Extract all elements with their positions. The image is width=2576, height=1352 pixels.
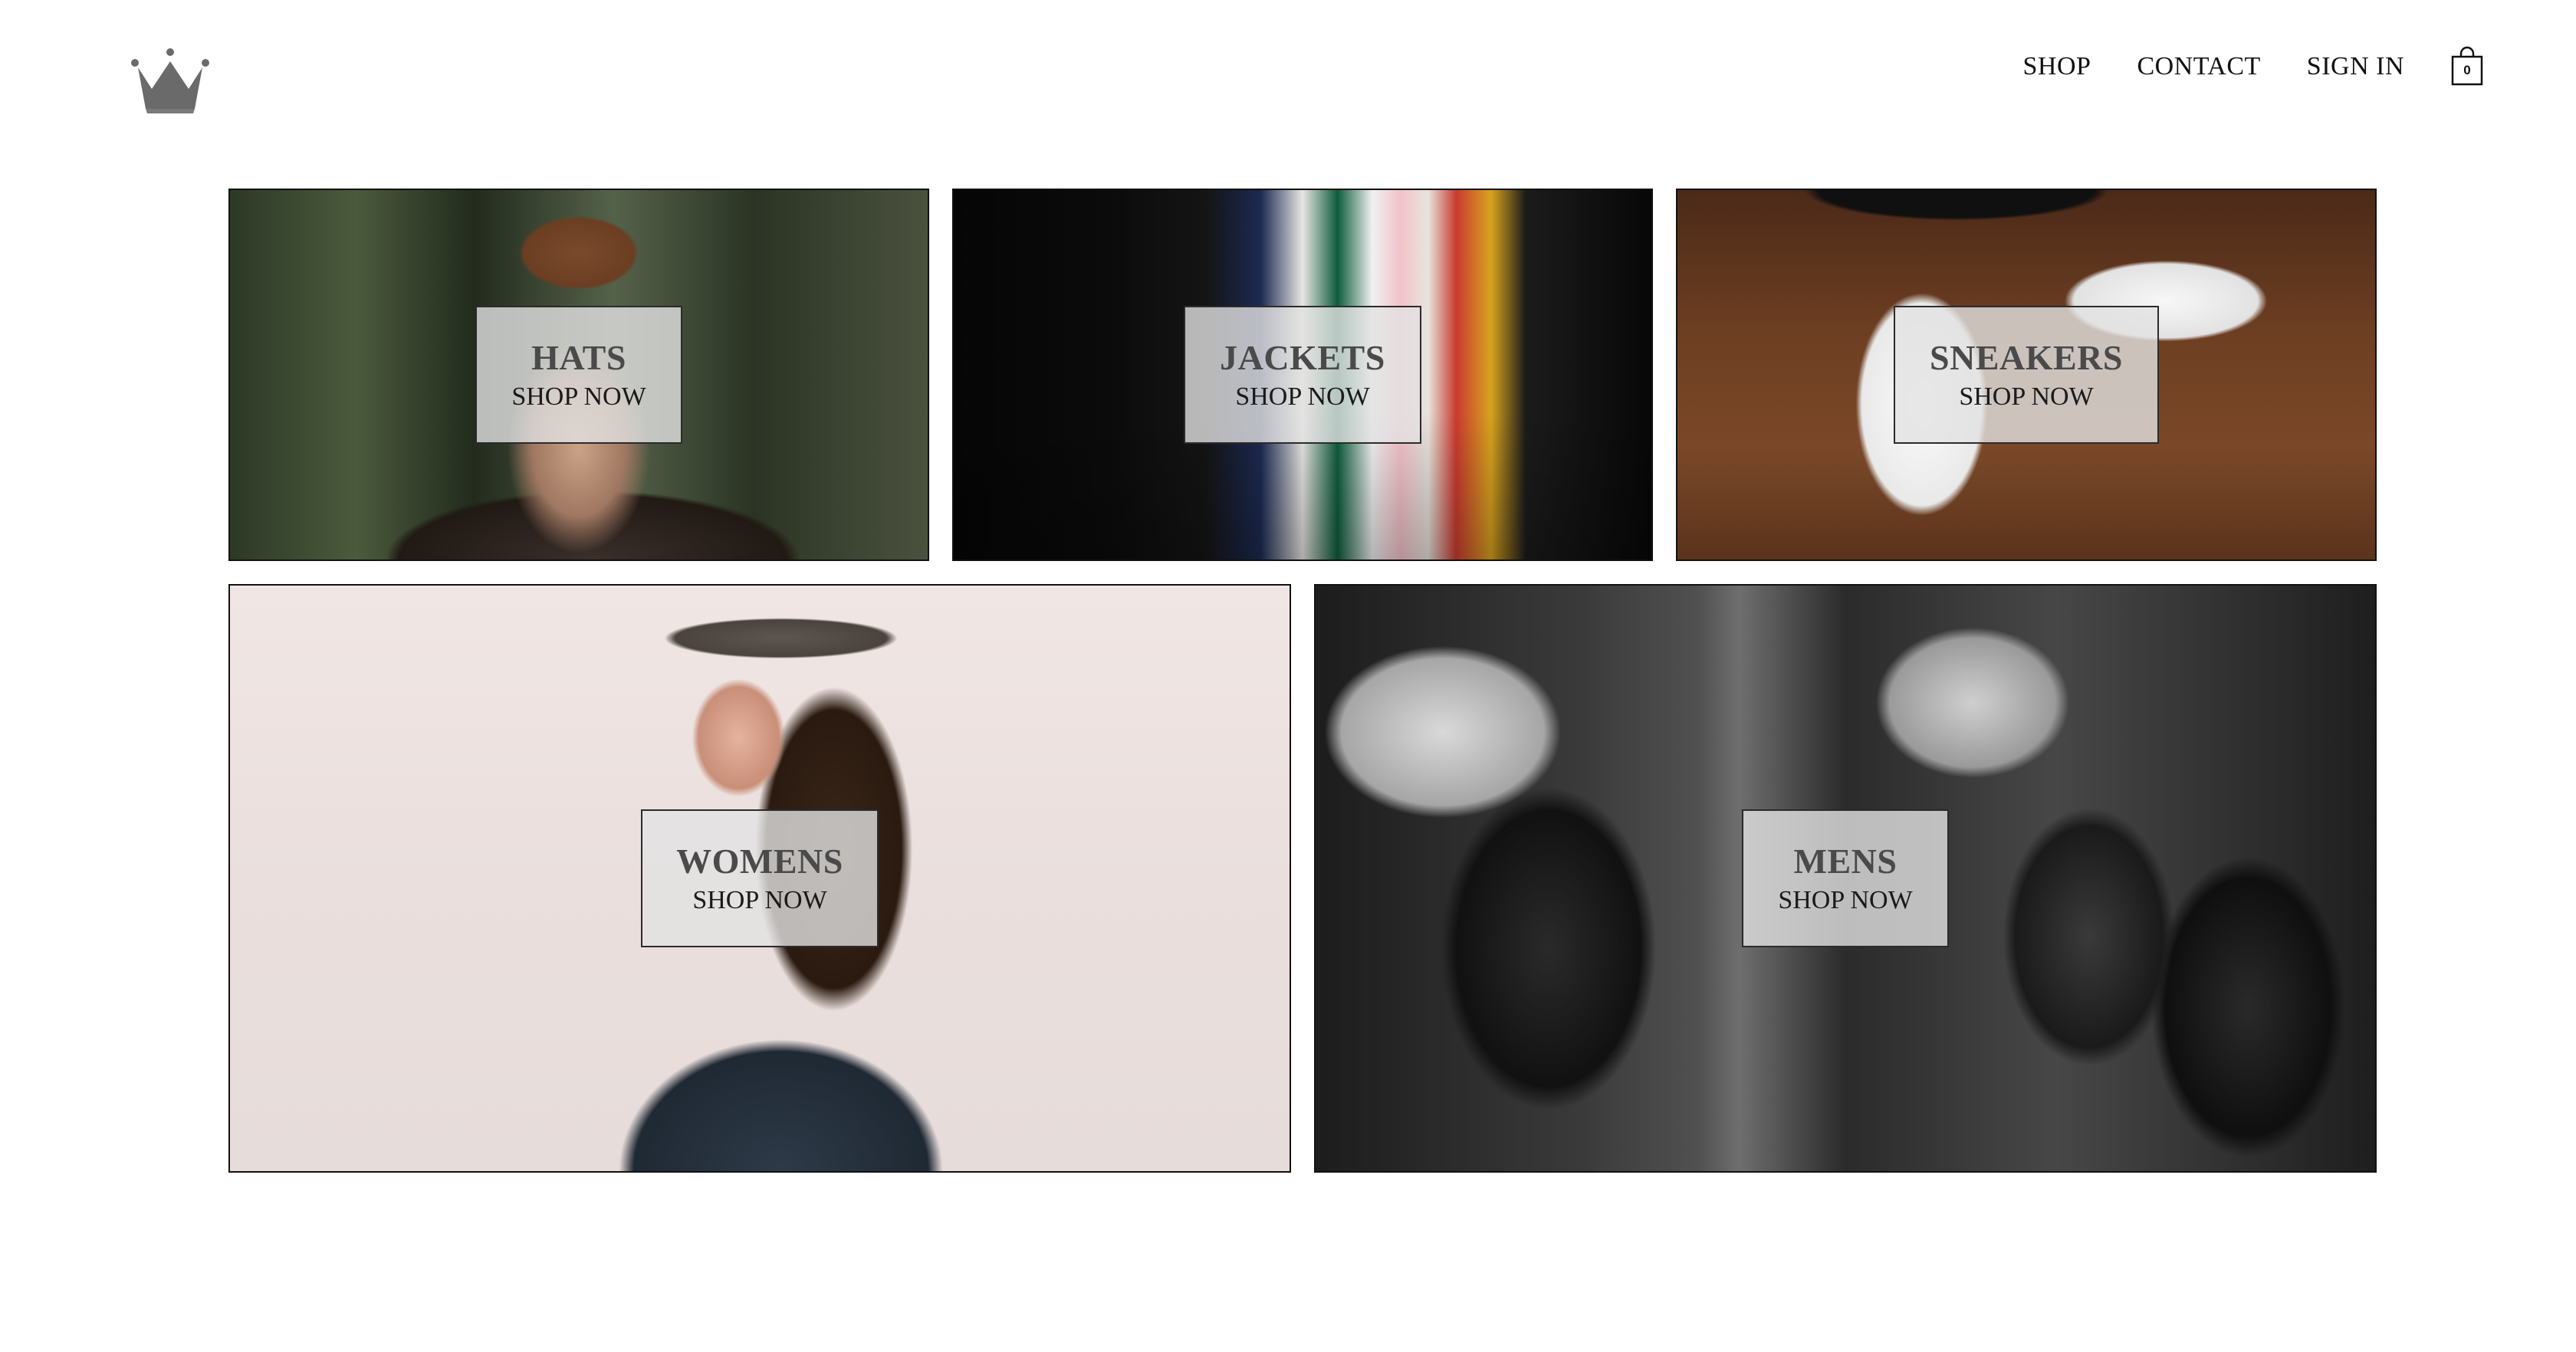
shop-now-label: SHOP NOW — [511, 382, 646, 411]
shop-now-label: SHOP NOW — [1778, 886, 1913, 914]
category-tile-womens[interactable]: WOMENS SHOP NOW — [228, 584, 1291, 1173]
category-card-hats[interactable]: HATS SHOP NOW — [475, 306, 682, 444]
category-tile-jackets[interactable]: JACKETS SHOP NOW — [952, 189, 1653, 561]
category-card-jackets[interactable]: JACKETS SHOP NOW — [1184, 306, 1421, 444]
nav-shop-link[interactable]: SHOP — [2023, 50, 2091, 84]
shop-now-label: SHOP NOW — [692, 886, 827, 914]
nav-contact-link[interactable]: CONTACT — [2137, 50, 2260, 84]
category-card-womens[interactable]: WOMENS SHOP NOW — [641, 809, 879, 947]
category-card-mens[interactable]: MENS SHOP NOW — [1742, 809, 1949, 947]
nav-sign-in-link[interactable]: SIGN IN — [2307, 50, 2404, 84]
category-title: WOMENS — [676, 842, 843, 881]
category-title: JACKETS — [1220, 338, 1385, 377]
shop-now-label: SHOP NOW — [1235, 382, 1370, 411]
category-title: SNEAKERS — [1930, 338, 2123, 377]
category-tile-sneakers[interactable]: SNEAKERS SHOP NOW — [1676, 189, 2377, 561]
main-nav: SHOP CONTACT SIGN IN 0 — [2023, 46, 2485, 86]
category-title: HATS — [531, 338, 626, 377]
shop-now-label: SHOP NOW — [1959, 382, 2094, 411]
site-header: SHOP CONTACT SIGN IN 0 — [0, 0, 2576, 130]
category-tile-mens[interactable]: MENS SHOP NOW — [1314, 584, 2377, 1173]
category-title: MENS — [1793, 842, 1898, 881]
category-card-sneakers[interactable]: SNEAKERS SHOP NOW — [1894, 306, 2159, 444]
cart-button[interactable]: 0 — [2450, 46, 2484, 86]
category-tile-hats[interactable]: HATS SHOP NOW — [228, 189, 929, 561]
cart-count-badge: 0 — [2463, 63, 2471, 77]
crown-logo-icon[interactable] — [129, 44, 212, 113]
